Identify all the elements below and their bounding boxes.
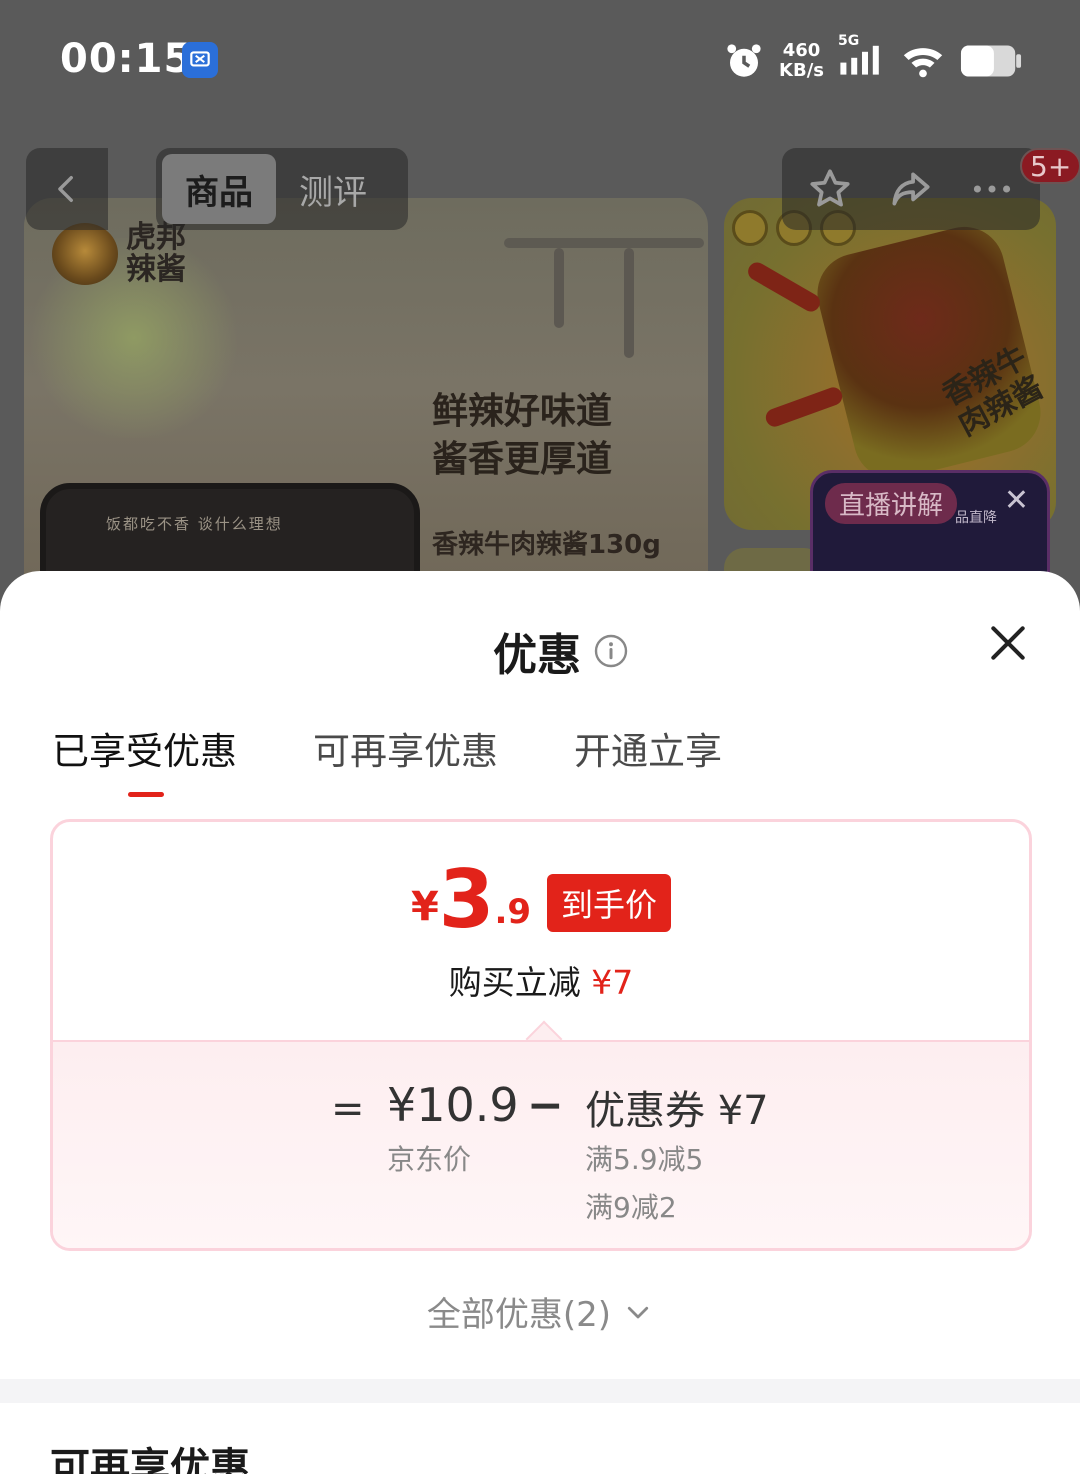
cart-badge: 5+ [1020, 148, 1080, 184]
status-icons: 460 KB/s 5G [723, 33, 1022, 84]
product-slogan: 鲜辣好味道 酱香更厚道 [432, 391, 613, 480]
sheet-header: 优惠 [0, 619, 1080, 683]
coupon-rule: 满9减2 [585, 1191, 677, 1224]
top-actions [782, 148, 1040, 230]
tab-more-offers[interactable]: 可再享优惠 [313, 721, 498, 795]
signal-icon: 5G [838, 33, 886, 81]
offers-sheet: 优惠 已享受优惠 可再享优惠 开通立享 ¥ 3 .9 到手价 购买立减 ¥7 =… [0, 571, 1080, 1474]
jd-price: ¥10.9 [387, 1078, 519, 1132]
sheet-title: 优惠 [493, 630, 581, 681]
tab-activate-offers[interactable]: 开通立享 [574, 721, 722, 795]
page-tabs: 商品 测评 [156, 148, 408, 230]
offer-tabs: 已享受优惠 可再享优惠 开通立享 [52, 721, 722, 797]
tab-enjoyed-offers[interactable]: 已享受优惠 [52, 721, 237, 797]
tab-review[interactable]: 测评 [276, 154, 390, 224]
back-button[interactable] [26, 148, 108, 230]
tab-product[interactable]: 商品 [162, 154, 276, 224]
wifi-icon [903, 48, 943, 78]
clock: 00:15 [60, 36, 193, 82]
info-icon[interactable] [593, 633, 629, 669]
battery-icon [960, 45, 1022, 77]
brand-logo: 虎邦辣酱 [52, 222, 198, 286]
final-price: ¥ 3 .9 [410, 853, 532, 946]
final-price-row: ¥ 3 .9 到手价 [53, 853, 1029, 946]
chevron-down-icon [627, 1306, 649, 1318]
all-offers-toggle[interactable]: 全部优惠(2) [0, 1287, 1080, 1336]
star-icon[interactable] [805, 164, 855, 214]
alarm-icon [727, 44, 761, 77]
tiger-logo-icon [52, 223, 118, 285]
price-calculation: = ¥10.9 京东价 − 优惠券 ¥7 满5.9减5 满9减2 [53, 1040, 1029, 1248]
instant-discount-text: 购买立减 ¥7 [448, 963, 634, 1002]
final-price-badge: 到手价 [547, 874, 672, 932]
coupon-rule: 满5.9减5 [585, 1143, 704, 1176]
jd-price-label: 京东价 [387, 1143, 472, 1176]
chevron-left-icon [58, 175, 73, 203]
section-divider [0, 1379, 1080, 1403]
live-label: 直播讲解 [825, 483, 958, 524]
app-notification-icon [182, 42, 218, 78]
more-icon[interactable] [967, 164, 1017, 214]
product-name-overlay: 香辣牛肉辣酱130g [432, 530, 661, 560]
status-bar: 00:15 460 KB/s 5G [0, 0, 1080, 120]
more-offers-title: 可再享优惠 [50, 1445, 250, 1474]
close-icon[interactable] [986, 621, 1030, 665]
price-breakdown-card: ¥ 3 .9 到手价 购买立减 ¥7 = ¥10.9 京东价 − 优惠券 ¥7 … [50, 819, 1032, 1251]
network-speed: 460 KB/s [779, 40, 824, 81]
coupon-amount: 优惠券 ¥7 [585, 1088, 769, 1134]
share-icon[interactable] [886, 164, 936, 214]
live-close-icon[interactable]: ✕ [1004, 483, 1029, 518]
